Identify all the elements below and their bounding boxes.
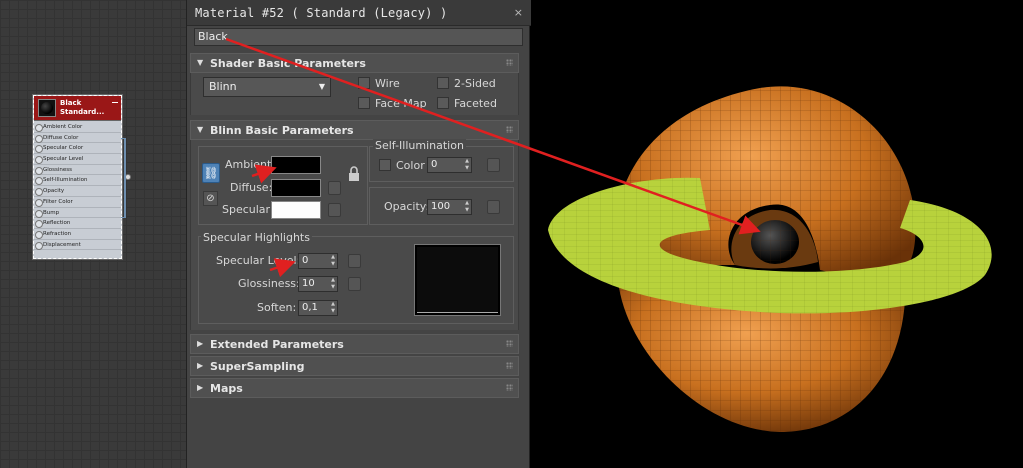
specular-highlight-curve-preview [414,244,501,316]
grip-icon[interactable] [506,384,513,391]
glossiness-map-button[interactable] [348,277,361,291]
specular-label: Specular: [222,203,274,216]
spinner-arrows-icon[interactable]: ▲ ▼ [465,200,469,214]
rollout-maps[interactable]: ▶ Maps [190,378,519,398]
collapsed-arrow-icon: ▶ [197,361,204,370]
diffuse-map-button[interactable] [328,181,341,195]
spinner-arrows-icon[interactable]: ▲ ▼ [331,254,335,268]
spinner-arrows-icon[interactable]: ▲ ▼ [331,277,335,291]
node-slot[interactable]: Opacity [34,186,121,197]
wire-label: Wire [375,77,400,90]
shader-type-dropdown[interactable]: Blinn ▼ [203,77,331,97]
spinner-arrows-icon[interactable]: ▲ ▼ [465,158,469,172]
node-slot[interactable]: Ambient Color [34,122,121,133]
diffuse-label: Diffuse: [230,181,273,194]
material-preview-thumbnail [38,99,56,117]
chevron-down-icon: ▼ [318,82,325,91]
viewport-render [548,86,992,432]
node-slot[interactable]: Reflection [34,218,121,229]
face-map-checkbox[interactable] [358,97,370,109]
node-slot[interactable]: Self-Illumination [34,175,121,187]
node-slot[interactable]: Refraction [34,229,121,240]
node-slot[interactable]: Glossiness [34,165,121,176]
glossiness-spinner[interactable]: 10 ▲ ▼ [298,276,338,292]
editor-titlebar[interactable]: Material #52 ( Standard (Legacy) ) × [187,0,531,26]
grip-icon[interactable] [506,362,513,369]
collapsed-arrow-icon: ▶ [197,339,204,348]
node-slot[interactable]: Bump [34,208,121,219]
grip-icon[interactable] [506,59,513,66]
specular-level-spinner[interactable]: 0 ▲ ▼ [298,253,338,269]
minimize-icon[interactable] [112,98,118,103]
faceted-label: Faceted [454,97,497,110]
opacity-spinner[interactable]: 100 ▲ ▼ [427,199,472,215]
specular-map-button[interactable] [328,203,341,217]
lock-icon[interactable] [347,166,361,182]
ambient-color-swatch[interactable] [271,156,321,174]
specular-highlights-title: Specular Highlights [201,231,312,244]
glossiness-label: Glossiness: [238,277,300,290]
link-icon[interactable]: ⊘ [203,191,218,206]
rollout-supersampling[interactable]: ▶ SuperSampling [190,356,519,376]
faceted-checkbox[interactable] [437,97,449,109]
two-sided-label: 2-Sided [454,77,496,90]
grip-icon[interactable] [506,126,513,133]
self-illum-color-checkbox[interactable] [379,159,391,171]
specular-color-swatch[interactable] [271,201,321,219]
material-node[interactable]: Black Standard... Ambient Color Diffuse … [32,94,131,260]
node-slot[interactable]: Specular Level [34,154,121,165]
material-parameter-editor: Material #52 ( Standard (Legacy) ) × Bla… [186,0,531,468]
rollout-extended-parameters[interactable]: ▶ Extended Parameters [190,334,519,354]
ambient-label: Ambient: [225,158,276,171]
two-sided-checkbox[interactable] [437,77,449,89]
rollout-shader-basic-parameters[interactable]: ▼ Shader Basic Parameters [190,53,519,73]
grip-icon[interactable] [506,340,513,347]
diffuse-color-swatch[interactable] [271,179,321,197]
spinner-arrows-icon[interactable]: ▲ ▼ [331,301,335,315]
collapsed-arrow-icon: ▶ [197,383,204,392]
editor-title: Material #52 ( Standard (Legacy) ) [195,6,448,20]
link-ambient-diffuse-icon[interactable]: ⛓ [202,163,220,183]
slate-node-view[interactable]: Black Standard... Ambient Color Diffuse … [0,0,188,468]
face-map-label: Face Map [375,97,427,110]
self-illumination-title: Self-Illumination [373,139,466,152]
wire-checkbox[interactable] [358,77,370,89]
expand-arrow-icon: ▼ [197,125,204,134]
node-slot-list: Ambient Color Diffuse Color Specular Col… [34,121,121,251]
soften-spinner[interactable]: 0,1 ▲ ▼ [298,300,338,316]
node-slot[interactable]: Diffuse Color [34,133,121,144]
opacity-label: Opacity: [384,200,430,213]
node-header[interactable]: Black Standard... [34,96,121,121]
node-slot[interactable]: Filter Color [34,197,121,208]
rollout-blinn-basic-parameters[interactable]: ▼ Blinn Basic Parameters [190,120,519,140]
self-illum-map-button[interactable] [487,158,500,172]
specular-level-map-button[interactable] [348,254,361,268]
node-slot[interactable]: Specular Color [34,143,121,155]
perspective-viewport[interactable] [531,0,1023,468]
node-selection-bracket [121,138,126,218]
opacity-map-button[interactable] [487,200,500,214]
node-title: Black Standard... [60,99,105,116]
self-illum-color-label: Color [396,159,425,172]
specular-level-label: Specular Level: [216,254,301,267]
self-illum-value-spinner[interactable]: 0 ▲ ▼ [427,157,472,173]
soften-label: Soften: [257,301,297,314]
node-slot[interactable]: Displacement [34,240,121,251]
material-name-field[interactable]: Black [194,28,523,46]
close-icon[interactable]: × [514,6,523,19]
expand-arrow-icon: ▼ [197,58,204,67]
